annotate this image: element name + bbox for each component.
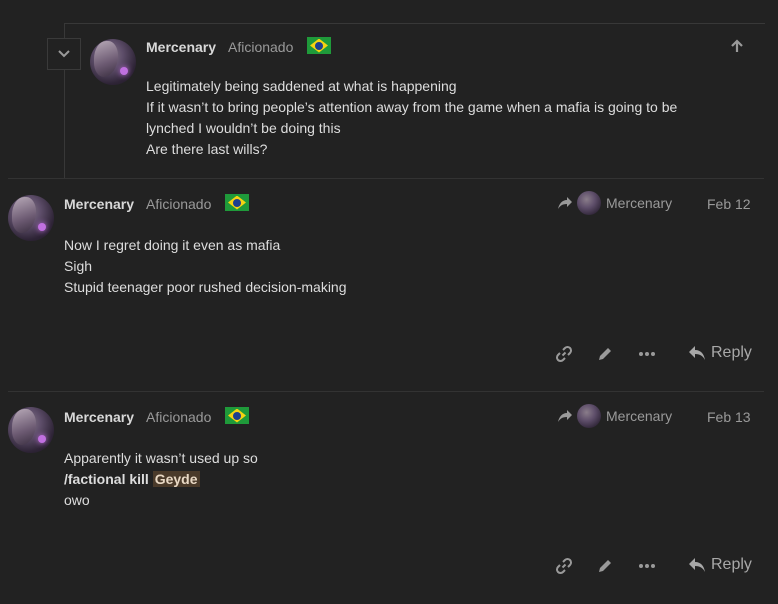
post-line: /factional kill Geyde — [64, 469, 258, 490]
post-line: Legitimately being saddened at what is h… — [146, 78, 457, 94]
edit-button[interactable] — [593, 554, 617, 578]
mention-target[interactable]: Geyde — [152, 471, 200, 487]
post-line: Apparently it wasn’t used up so — [64, 450, 258, 466]
chevron-down-icon — [58, 50, 70, 58]
edit-button[interactable] — [593, 342, 617, 366]
more-button[interactable] — [635, 342, 659, 366]
ellipsis-icon — [639, 564, 655, 568]
link-icon — [555, 345, 573, 363]
arrow-up-icon[interactable] — [729, 38, 745, 54]
quoted-post-body: Legitimately being saddened at what is h… — [146, 76, 677, 160]
avatar[interactable] — [90, 39, 136, 85]
pencil-icon — [599, 560, 611, 572]
post-line: Stupid teenager poor rushed decision-mak… — [64, 279, 347, 295]
post-line: Now I regret doing it even as mafia — [64, 237, 281, 253]
reply-label: Reply — [711, 556, 752, 573]
brazil-flag-icon — [225, 407, 249, 424]
command-text: /factional kill — [64, 471, 149, 487]
divider — [8, 391, 764, 392]
divider — [8, 178, 764, 179]
brazil-flag-icon — [307, 37, 331, 54]
post-line: owo — [64, 492, 90, 508]
post-body: Now I regret doing it even as mafia Sigh… — [64, 235, 347, 298]
avatar[interactable] — [8, 195, 54, 241]
reply-to-avatar — [577, 404, 601, 428]
reply-to-username: Mercenary — [606, 408, 673, 424]
reply-label: Reply — [711, 344, 752, 361]
post-date[interactable]: Feb 13 — [707, 409, 751, 425]
reply-button[interactable]: Reply — [688, 556, 752, 574]
collapse-button[interactable] — [47, 38, 81, 70]
copy-link-button[interactable] — [552, 554, 576, 578]
copy-link-button[interactable] — [552, 342, 576, 366]
reply-icon — [689, 346, 705, 360]
post-line: Are there last wills? — [146, 141, 268, 157]
brazil-flag-icon — [225, 194, 249, 211]
username[interactable]: Mercenary — [64, 196, 134, 212]
reply-button[interactable]: Reply — [688, 344, 752, 362]
post-line: Sigh — [64, 258, 93, 274]
reply-to-username: Mercenary — [606, 195, 673, 211]
reply-to-indicator[interactable]: Mercenary — [557, 404, 672, 428]
share-arrow-icon — [558, 410, 572, 422]
more-button[interactable] — [635, 554, 659, 578]
link-icon — [555, 557, 573, 575]
post-date[interactable]: Feb 12 — [707, 196, 751, 212]
reply-to-indicator[interactable]: Mercenary — [557, 191, 672, 215]
post-body: Apparently it wasn’t used up so /faction… — [64, 448, 258, 511]
user-title: Aficionado — [146, 409, 212, 425]
pencil-icon — [599, 348, 611, 360]
user-title: Aficionado — [228, 39, 294, 55]
post-line: If it wasn’t to bring people’s attention… — [146, 99, 678, 115]
username[interactable]: Mercenary — [64, 409, 134, 425]
share-arrow-icon — [558, 197, 572, 209]
post-line: lynched I wouldn’t be doing this — [146, 120, 341, 136]
user-title: Aficionado — [146, 196, 212, 212]
username[interactable]: Mercenary — [146, 39, 216, 55]
reply-icon — [689, 558, 705, 572]
ellipsis-icon — [639, 352, 655, 356]
avatar[interactable] — [8, 407, 54, 453]
reply-to-avatar — [577, 191, 601, 215]
